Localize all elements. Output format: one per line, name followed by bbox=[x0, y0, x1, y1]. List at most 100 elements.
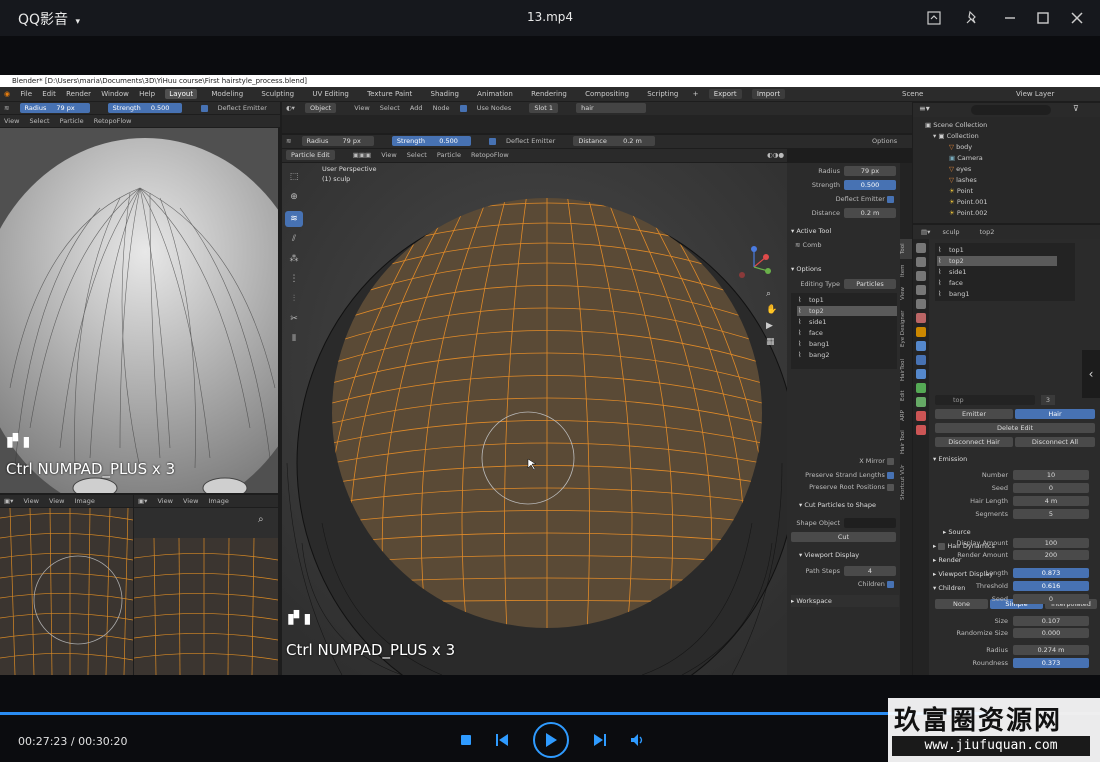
navigation-gizmo[interactable] bbox=[734, 245, 774, 285]
filter-icon[interactable]: ⊽ bbox=[1073, 104, 1079, 113]
hair-toggle[interactable]: Hair bbox=[1015, 409, 1095, 419]
tab-hairtool[interactable]: HairTool bbox=[900, 355, 912, 385]
lb2-image[interactable]: Image bbox=[209, 497, 229, 505]
menu-file[interactable]: File bbox=[20, 90, 32, 98]
maximize-button[interactable] bbox=[1031, 6, 1055, 30]
ps-list-item-selected[interactable]: ⌇ top2 bbox=[937, 256, 1057, 266]
delete-edit-button[interactable]: Delete Edit bbox=[935, 423, 1095, 433]
render-tab-icon[interactable] bbox=[916, 257, 926, 267]
main-distance-field[interactable]: Distance 0.2 m bbox=[573, 136, 662, 146]
workspace-tab-scripting[interactable]: Scripting bbox=[643, 89, 682, 99]
outliner-item[interactable]: ▽ body bbox=[913, 142, 1100, 153]
cut-button[interactable]: Cut bbox=[791, 532, 896, 542]
viewport-shading-icons[interactable]: ◐◑● bbox=[767, 149, 784, 161]
main-view-menu[interactable]: View bbox=[381, 151, 396, 159]
lb1-view2[interactable]: View bbox=[49, 497, 64, 505]
lb1-view[interactable]: View bbox=[23, 497, 38, 505]
node-add-menu[interactable]: Add bbox=[410, 104, 423, 112]
outliner-editor-icon[interactable]: ≡▾ bbox=[919, 104, 930, 113]
np-list-item-selected[interactable]: ⌇ top2 bbox=[797, 306, 897, 316]
number-field[interactable]: 10 bbox=[1013, 470, 1089, 480]
np-list-item[interactable]: ⌇ bang1 bbox=[797, 339, 897, 349]
threshold-field[interactable]: 0.616 bbox=[1013, 581, 1089, 591]
comb-tool-button[interactable]: ≋ bbox=[285, 211, 303, 227]
np-list-item[interactable]: ⌇ face bbox=[797, 328, 897, 338]
editor-type-icon[interactable]: ▣▾ bbox=[4, 497, 13, 505]
menu-edit[interactable]: Edit bbox=[42, 90, 56, 98]
left-view-menu[interactable]: View bbox=[4, 117, 19, 125]
pin-button[interactable] bbox=[960, 6, 984, 30]
puff-tool-icon[interactable]: ⫶ bbox=[285, 291, 303, 307]
np-list-item[interactable]: ⌇ side1 bbox=[797, 317, 897, 327]
display-amount-field[interactable]: 100 bbox=[1013, 538, 1089, 548]
tab-view[interactable]: View bbox=[900, 283, 912, 303]
left-select-menu[interactable]: Select bbox=[30, 117, 50, 125]
node-node-menu[interactable]: Node bbox=[433, 104, 450, 112]
use-nodes-checkbox[interactable]: Use Nodes bbox=[459, 104, 520, 112]
outliner-item[interactable]: ▽ lashes bbox=[913, 175, 1100, 186]
play-button[interactable] bbox=[533, 722, 569, 758]
size-field[interactable]: 0.107 bbox=[1013, 616, 1089, 626]
stop-button[interactable] bbox=[457, 731, 475, 749]
workspace-tab-shading[interactable]: Shading bbox=[427, 89, 463, 99]
tab-hair-tool[interactable]: Hair Tool bbox=[900, 427, 912, 457]
workspace-tab-animation[interactable]: Animation bbox=[473, 89, 517, 99]
workspace-tab-modeling[interactable]: Modeling bbox=[207, 89, 247, 99]
np-distance-field[interactable]: 0.2 m bbox=[844, 208, 896, 218]
ps-list-item[interactable]: ⌇ top1 bbox=[937, 245, 1057, 255]
path-steps-field[interactable]: 4 bbox=[844, 566, 896, 576]
outliner-item[interactable]: ☀ Point.001 bbox=[913, 197, 1100, 208]
length-tool-icon[interactable]: ⋮ bbox=[285, 271, 303, 287]
view-layer-selector[interactable]: View Layer bbox=[1016, 87, 1054, 101]
export-button[interactable]: Export bbox=[708, 89, 742, 99]
modifier-tab-icon[interactable] bbox=[916, 341, 926, 351]
tab-arp[interactable]: ARP bbox=[900, 407, 912, 425]
object-tab-icon[interactable] bbox=[916, 327, 926, 337]
roundness-field[interactable]: 0.373 bbox=[1013, 658, 1089, 668]
smooth-tool-icon[interactable]: ⫽ bbox=[285, 231, 303, 247]
options-panel-header[interactable]: ▾ Options bbox=[791, 263, 899, 275]
properties-editor-icon[interactable]: ▤▾ bbox=[921, 228, 930, 236]
active-tool-comb[interactable]: ≋ Comb bbox=[787, 239, 900, 251]
cut-tool-icon[interactable]: ✂ bbox=[285, 311, 303, 327]
slot-dropdown[interactable]: Slot 1 bbox=[529, 103, 566, 113]
emitter-toggle[interactable]: Emitter bbox=[935, 409, 1013, 419]
tab-eye-designer[interactable]: Eye Designer bbox=[900, 305, 912, 353]
editor-type-icon-3[interactable]: ◐▾ bbox=[286, 104, 295, 112]
left-particle-menu[interactable]: Particle bbox=[60, 117, 84, 125]
np-list-item[interactable]: ⌇ bang2 bbox=[797, 350, 897, 360]
workspace-tab-compositing[interactable]: Compositing bbox=[581, 89, 633, 99]
lb2-view2[interactable]: View bbox=[183, 497, 198, 505]
strength-field[interactable]: Strength 0.500 bbox=[107, 103, 191, 113]
add-tool-icon[interactable]: ⁂ bbox=[285, 251, 303, 267]
children-checkbox[interactable]: Children bbox=[787, 578, 900, 590]
zoom-view-icon[interactable]: ⌕ bbox=[766, 289, 771, 299]
main-deflect-checkbox[interactable]: Deflect Emitter bbox=[488, 137, 563, 145]
material-tab-icon[interactable] bbox=[916, 411, 926, 421]
outliner-item[interactable]: ▣ Camera bbox=[913, 153, 1100, 164]
preserve-root-checkbox[interactable]: Preserve Root Positions bbox=[787, 481, 900, 493]
main-strength-field[interactable]: Strength 0.500 bbox=[391, 136, 479, 146]
menu-window[interactable]: Window bbox=[101, 90, 129, 98]
main-particle-menu[interactable]: Particle bbox=[437, 151, 461, 159]
scene-collection-row[interactable]: ▣ Scene Collection bbox=[913, 120, 1100, 131]
main-retopoflow-menu[interactable]: RetopoFlow bbox=[471, 151, 509, 159]
zoom-icon[interactable]: ⌕ bbox=[258, 514, 264, 525]
ps-list-item[interactable]: ⌇ side1 bbox=[937, 267, 1057, 277]
mode-dropdown[interactable]: Particle Edit bbox=[286, 150, 343, 160]
left-retopoflow-menu[interactable]: RetopoFlow bbox=[94, 117, 132, 125]
volume-button[interactable] bbox=[628, 731, 648, 749]
np-radius-field[interactable]: 79 px bbox=[844, 166, 896, 176]
workspace-tab-rendering[interactable]: Rendering bbox=[527, 89, 571, 99]
options-dropdown[interactable]: Options bbox=[872, 135, 897, 147]
texture-tab-icon[interactable] bbox=[916, 425, 926, 435]
collection-row[interactable]: ▾ ▣ Collection bbox=[913, 131, 1100, 142]
workspace-tab-sculpting[interactable]: Sculpting bbox=[257, 89, 298, 99]
pan-view-icon[interactable]: ✋ bbox=[766, 305, 777, 315]
outliner-search-input[interactable] bbox=[971, 105, 1051, 115]
node-view-menu[interactable]: View bbox=[354, 104, 369, 112]
deflect-emitter-checkbox[interactable]: Deflect Emitter bbox=[200, 104, 275, 112]
data-tab-icon[interactable] bbox=[916, 397, 926, 407]
workspace-tab-texture[interactable]: Texture Paint bbox=[363, 89, 416, 99]
tab-shortcut[interactable]: Shortcut VUr bbox=[900, 459, 912, 505]
